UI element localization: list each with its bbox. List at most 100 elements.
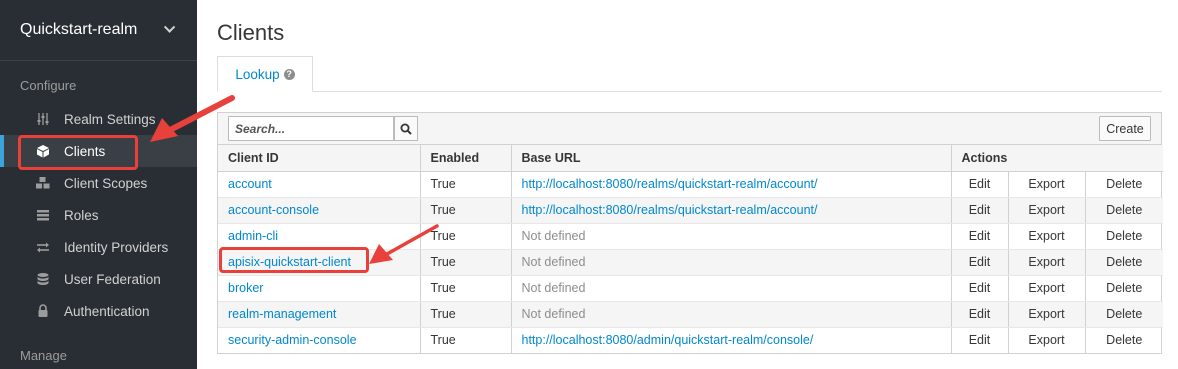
sidebar-item-label: Roles	[64, 207, 99, 223]
cell-client-id: admin-cli	[218, 223, 421, 250]
sidebar-item-identity-providers[interactable]: Identity Providers	[0, 231, 197, 263]
edit-button[interactable]: Edit	[951, 327, 1009, 353]
edit-button[interactable]: Edit	[951, 275, 1009, 302]
cell-base-url: http://localhost:8080/admin/quickstart-r…	[511, 327, 952, 353]
page-title: Clients	[217, 20, 285, 45]
tab-lookup[interactable]: Lookup ?	[217, 56, 313, 92]
cell-base-url: Not defined	[511, 223, 952, 250]
edit-button[interactable]: Edit	[951, 171, 1009, 198]
delete-button[interactable]: Delete	[1085, 301, 1163, 328]
realm-selector[interactable]: Quickstart-realm	[0, 0, 197, 61]
cell-client-id: security-admin-console	[218, 327, 421, 353]
cell-enabled: True	[420, 275, 512, 302]
tab-lookup-label: Lookup	[235, 66, 280, 82]
section-title-manage: Manage	[20, 348, 67, 363]
table-row: apisix-quickstart-client True Not defined E…	[218, 249, 1163, 276]
cell-client-id: broker	[218, 275, 421, 302]
client-id-link[interactable]: admin-cli	[228, 229, 278, 243]
cell-base-url: Not defined	[511, 301, 952, 328]
section-title-configure: Configure	[20, 78, 77, 93]
edit-button[interactable]: Edit	[951, 197, 1009, 224]
sidebar-item-client-scopes[interactable]: Client Scopes	[0, 167, 197, 199]
table-toolbar: Create	[218, 113, 1161, 145]
cell-client-id: apisix-quickstart-client	[218, 249, 421, 276]
client-id-link[interactable]: broker	[228, 281, 263, 295]
export-button[interactable]: Export	[1008, 223, 1086, 250]
export-button[interactable]: Export	[1008, 171, 1086, 198]
search-icon	[400, 123, 412, 135]
edit-button[interactable]: Edit	[951, 223, 1009, 250]
column-header-client-id[interactable]: Client ID	[218, 145, 421, 172]
cell-enabled: True	[420, 301, 512, 328]
sidebar-item-label: Client Scopes	[64, 175, 148, 191]
cell-base-url: Not defined	[511, 275, 952, 302]
column-header-enabled[interactable]: Enabled	[420, 145, 512, 172]
table-row: security-admin-console True http://localho…	[218, 327, 1163, 353]
table-row: realm-management True Not defined Edit Expor…	[218, 301, 1163, 328]
sidebar-item-user-federation[interactable]: User Federation	[0, 263, 197, 295]
cell-enabled: True	[420, 249, 512, 276]
sidebar-nav: Realm Settings Clients Client Scopes Roles I…	[0, 103, 197, 327]
client-id-link[interactable]: account-console	[228, 203, 319, 217]
lock-icon	[35, 303, 51, 319]
edit-button[interactable]: Edit	[951, 249, 1009, 276]
base-url-link[interactable]: http://localhost:8080/realms/quickstart-…	[522, 203, 818, 217]
cube-icon	[35, 143, 51, 159]
table-row: account-console True http://localhost:8080…	[218, 197, 1163, 224]
cell-client-id: account	[218, 171, 421, 198]
sidebar-item-label: Authentication	[64, 303, 150, 319]
cell-client-id: account-console	[218, 197, 421, 224]
export-button[interactable]: Export	[1008, 197, 1086, 224]
clients-table-container: Create Client ID Enabled Base URL Action…	[217, 112, 1163, 354]
delete-button[interactable]: Delete	[1085, 197, 1163, 224]
delete-button[interactable]: Delete	[1085, 275, 1163, 302]
client-id-link[interactable]: account	[228, 177, 272, 191]
cell-client-id: realm-management	[218, 301, 421, 328]
edit-button[interactable]: Edit	[951, 301, 1009, 328]
sidebar-item-label: Clients	[64, 143, 106, 159]
client-id-link[interactable]: apisix-quickstart-client	[228, 255, 351, 269]
clients-table: Client ID Enabled Base URL Actions accou…	[218, 145, 1163, 353]
sidebar-item-authentication[interactable]: Authentication	[0, 295, 197, 327]
cell-enabled: True	[420, 223, 512, 250]
tab-bar: Lookup ?	[217, 56, 1162, 92]
delete-button[interactable]: Delete	[1085, 249, 1163, 276]
cell-enabled: True	[420, 327, 512, 353]
database-icon	[35, 271, 51, 287]
client-id-link[interactable]: security-admin-console	[228, 333, 357, 347]
table-row: broker True Not defined Edit Export Delete	[218, 275, 1163, 302]
client-id-link[interactable]: realm-management	[228, 307, 336, 321]
search-input[interactable]	[228, 116, 394, 141]
export-button[interactable]: Export	[1008, 275, 1086, 302]
create-button[interactable]: Create	[1099, 116, 1151, 141]
column-header-base-url[interactable]: Base URL	[511, 145, 952, 172]
sidebar-item-label: Identity Providers	[64, 239, 169, 255]
cell-base-url: Not defined	[511, 249, 952, 276]
help-icon[interactable]: ?	[283, 68, 295, 80]
export-button[interactable]: Export	[1008, 327, 1086, 353]
sidebar: Quickstart-realm Configure Realm Setting…	[0, 0, 197, 369]
delete-button[interactable]: Delete	[1085, 223, 1163, 250]
sidebar-item-label: User Federation	[64, 271, 161, 287]
delete-button[interactable]: Delete	[1085, 327, 1163, 353]
export-button[interactable]: Export	[1008, 301, 1086, 328]
cell-enabled: True	[420, 197, 512, 224]
table-body: account True http://localhost:8080/realms/…	[218, 171, 1163, 353]
delete-button[interactable]: Delete	[1085, 171, 1163, 198]
sidebar-item-clients[interactable]: Clients	[0, 135, 197, 167]
export-button[interactable]: Export	[1008, 249, 1086, 276]
list-icon	[35, 207, 51, 223]
table-row: admin-cli True Not defined Edit Export Delete	[218, 223, 1163, 250]
column-header-actions: Actions	[951, 145, 1163, 172]
sidebar-item-realm-settings[interactable]: Realm Settings	[0, 103, 197, 135]
search-button[interactable]	[394, 116, 418, 141]
cell-base-url: http://localhost:8080/realms/quickstart-…	[511, 171, 952, 198]
cell-base-url: http://localhost:8080/realms/quickstart-…	[511, 197, 952, 224]
base-url-link[interactable]: http://localhost:8080/realms/quickstart-…	[522, 177, 818, 191]
sidebar-item-label: Realm Settings	[64, 111, 156, 127]
cubes-icon	[35, 175, 51, 191]
table-header-row: Client ID Enabled Base URL Actions	[218, 145, 1163, 172]
sidebar-item-roles[interactable]: Roles	[0, 199, 197, 231]
base-url-link[interactable]: http://localhost:8080/admin/quickstart-r…	[522, 333, 814, 347]
cell-enabled: True	[420, 171, 512, 198]
